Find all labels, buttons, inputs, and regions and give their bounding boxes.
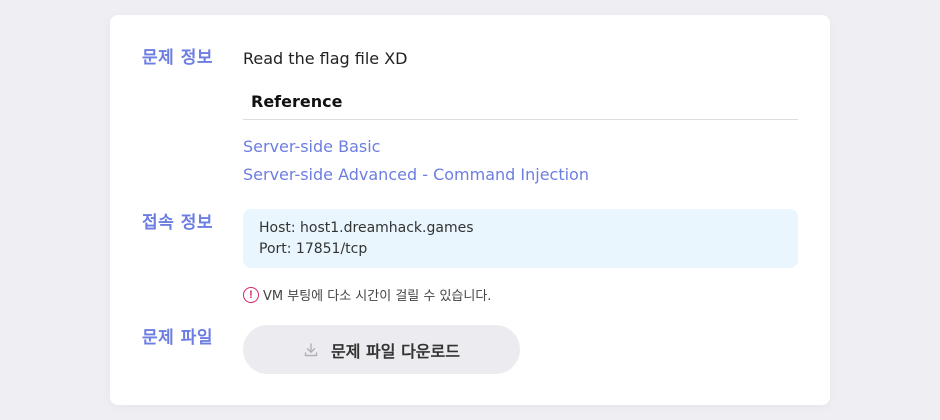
problem-description: Read the flag file XD — [243, 49, 408, 68]
reference-link-command-injection[interactable]: Server-side Advanced - Command Injection — [243, 165, 589, 184]
connection-port: Port: 17851/tcp — [259, 241, 368, 257]
reference-divider — [243, 119, 798, 120]
connection-info-box: Host: host1.dreamhack.games Port: 17851/… — [243, 209, 798, 268]
reference-heading: Reference — [251, 92, 343, 111]
challenge-info-card: 문제 정보 Read the flag file XD Reference Se… — [110, 15, 830, 405]
download-button-label: 문제 파일 다운로드 — [331, 341, 460, 361]
download-problem-file-button[interactable]: 문제 파일 다운로드 — [243, 325, 520, 374]
vm-boot-warning-text: VM 부팅에 다소 시간이 걸릴 수 있습니다. — [263, 289, 492, 304]
download-icon — [304, 342, 318, 356]
connection-host: Host: host1.dreamhack.games — [259, 220, 474, 236]
connection-info-label: 접속 정보 — [142, 213, 213, 233]
problem-file-label: 문제 파일 — [142, 328, 213, 348]
vm-boot-warning: ! VM 부팅에 다소 시간이 걸릴 수 있습니다. — [243, 285, 491, 304]
problem-info-label: 문제 정보 — [142, 48, 213, 68]
exclamation-circle-icon: ! — [243, 286, 259, 303]
reference-link-server-side-basic[interactable]: Server-side Basic — [243, 137, 380, 156]
